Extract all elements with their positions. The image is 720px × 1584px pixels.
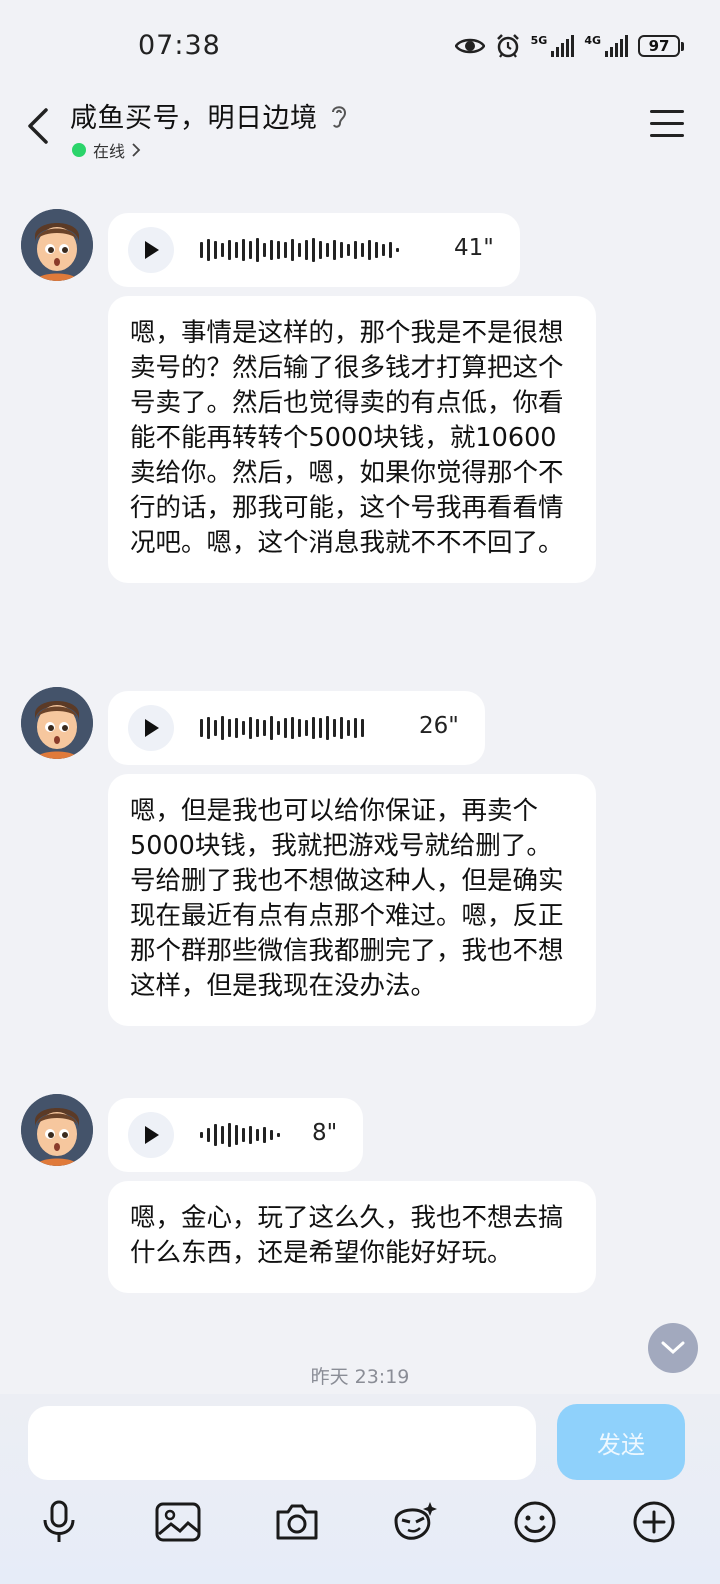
voice-waveform: [200, 1098, 280, 1172]
camera-icon[interactable]: [273, 1498, 321, 1546]
voice-duration: 26": [419, 713, 459, 739]
chevron-right-icon: [132, 143, 141, 157]
voice-transcript: 嗯，金心，玩了这么久，我也不想去搞什么东西，还是希望你能好好玩。: [108, 1181, 596, 1293]
avatar[interactable]: [21, 1094, 93, 1166]
status-time: 07:38: [138, 30, 221, 61]
composer: 发送: [0, 1394, 720, 1584]
voice-duration: 41": [454, 235, 494, 261]
message-timestamp: 昨天 23:19: [310, 1366, 410, 1388]
avatar[interactable]: [21, 209, 93, 281]
voice-waveform: [200, 213, 399, 287]
voice-transcript: 嗯，事情是这样的，那个我是不是很想卖号的？然后输了很多钱才打算把这个号卖了。然后…: [108, 296, 596, 583]
voice-message[interactable]: 8": [108, 1098, 363, 1172]
scroll-to-bottom-button[interactable]: [648, 1323, 698, 1373]
status-icons: 5G 4G 97: [454, 30, 684, 62]
status-bar: 07:38 5G 4G 97: [0, 0, 720, 92]
microphone-icon[interactable]: [35, 1498, 83, 1546]
play-icon: [145, 719, 159, 737]
voice-message[interactable]: 26": [108, 691, 485, 765]
composer-toolbar: [0, 1498, 720, 1550]
alarm-icon: [496, 34, 519, 58]
play-button[interactable]: [128, 1112, 174, 1158]
online-label: 在线: [93, 142, 126, 161]
play-button[interactable]: [128, 227, 174, 273]
eye-icon: [454, 38, 485, 54]
play-button[interactable]: [128, 705, 174, 751]
sticker-icon[interactable]: [390, 1498, 438, 1546]
chevron-down-icon: [661, 1341, 685, 1355]
send-button[interactable]: 发送: [557, 1404, 685, 1480]
ear-icon: [331, 105, 346, 128]
emoji-icon[interactable]: [511, 1498, 559, 1546]
chat-title: 咸鱼买号，明日边境: [70, 103, 318, 134]
chat-title-group[interactable]: 咸鱼买号，明日边境: [70, 96, 350, 135]
battery-icon: 97: [638, 35, 684, 57]
voice-message[interactable]: 41": [108, 213, 520, 287]
back-arrow-icon[interactable]: [20, 104, 60, 148]
chat-header: 咸鱼买号，明日边境 在线: [0, 92, 720, 172]
play-icon: [145, 241, 159, 259]
play-icon: [145, 1126, 159, 1144]
signal-5g-icon: 5G: [531, 35, 575, 57]
plus-icon[interactable]: [630, 1498, 678, 1546]
voice-transcript: 嗯，但是我也可以给你保证，再卖个5000块钱，我就把游戏号就给删了。号给删了我也…: [108, 774, 596, 1026]
image-icon[interactable]: [154, 1498, 202, 1546]
voice-duration: 8": [312, 1120, 338, 1146]
menu-icon[interactable]: [650, 110, 684, 140]
voice-waveform: [200, 691, 364, 765]
online-status[interactable]: 在线: [72, 138, 141, 162]
message-input[interactable]: [28, 1406, 536, 1480]
online-dot: [72, 143, 86, 157]
avatar[interactable]: [21, 687, 93, 759]
signal-4g-icon: 4G: [584, 35, 628, 57]
